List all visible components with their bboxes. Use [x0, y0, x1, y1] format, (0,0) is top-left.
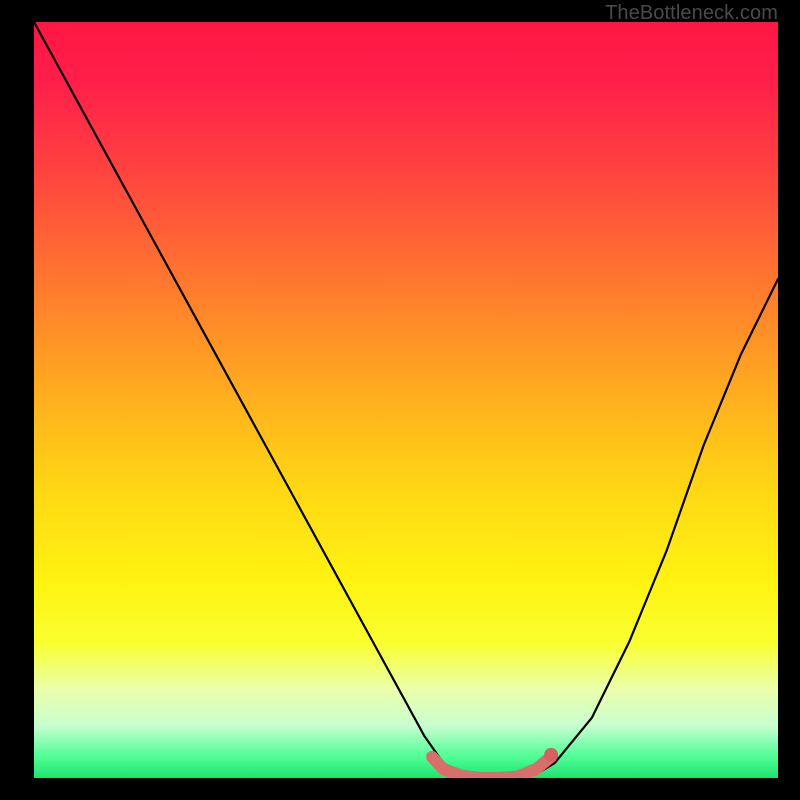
marker-end-dot — [544, 748, 558, 762]
chart-panel — [34, 22, 778, 778]
bottleneck-chart — [34, 22, 778, 778]
gradient-background — [34, 22, 778, 778]
chart-stage: TheBottleneck.com — [0, 0, 800, 800]
